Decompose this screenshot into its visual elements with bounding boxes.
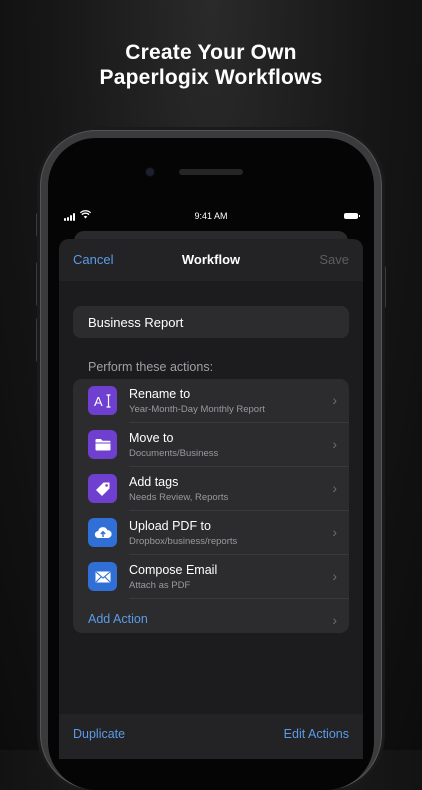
edit-actions-button[interactable]: Edit Actions	[284, 727, 349, 741]
nav-title: Workflow	[181, 252, 241, 267]
action-detail: Dropbox/business/reports	[129, 536, 238, 547]
actions-list: A Rename to Year-Month-Day Monthly Repor…	[73, 379, 349, 633]
action-detail: Year-Month-Day Monthly Report	[129, 404, 265, 415]
headline: Create Your Own Paperlogix Workflows	[0, 40, 422, 90]
headline-line-1: Create Your Own	[125, 41, 297, 64]
chevron-right-icon: ›	[332, 480, 337, 496]
tag-icon	[88, 474, 117, 503]
section-title: Perform these actions:	[88, 360, 214, 374]
cloud-upload-icon	[88, 518, 117, 547]
chevron-right-icon: ›	[332, 524, 337, 540]
earpiece-speaker	[179, 169, 243, 175]
action-detail: Attach as PDF	[129, 580, 191, 591]
action-row-email[interactable]: Compose Email Attach as PDF ›	[73, 555, 349, 599]
chevron-right-icon: ›	[332, 436, 337, 452]
phone-power-button	[382, 266, 386, 308]
action-detail: Needs Review, Reports	[129, 492, 229, 503]
nav-bar: Cancel Workflow Save	[59, 239, 363, 281]
folder-icon	[88, 430, 117, 459]
action-label: Add tags	[129, 475, 179, 489]
rename-icon: A	[88, 386, 117, 415]
workflow-name-input[interactable]	[73, 306, 349, 338]
action-label: Upload PDF to	[129, 519, 211, 533]
status-bar: 9:41 AM	[60, 209, 362, 223]
duplicate-button[interactable]: Duplicate	[73, 727, 125, 741]
add-action-label: Add Action	[88, 612, 148, 626]
battery-icon	[344, 213, 360, 219]
workflow-sheet: Cancel Workflow Save Perform these actio…	[59, 239, 363, 759]
action-row-move[interactable]: Move to Documents/Business ›	[73, 423, 349, 467]
add-action-button[interactable]: Add Action ›	[73, 599, 349, 633]
save-button[interactable]: Save	[319, 252, 349, 267]
status-time: 9:41 AM	[194, 211, 228, 221]
action-label: Move to	[129, 431, 174, 445]
mail-icon	[88, 562, 117, 591]
action-row-tags[interactable]: Add tags Needs Review, Reports ›	[73, 467, 349, 511]
chevron-right-icon: ›	[332, 612, 337, 628]
bottom-toolbar: Duplicate Edit Actions	[59, 714, 363, 759]
action-detail: Documents/Business	[129, 448, 219, 459]
chevron-right-icon: ›	[332, 568, 337, 584]
action-label: Compose Email	[129, 563, 218, 577]
headline-line-2: Paperlogix Workflows	[99, 66, 323, 89]
action-row-rename[interactable]: A Rename to Year-Month-Day Monthly Repor…	[73, 379, 349, 423]
action-row-upload[interactable]: Upload PDF to Dropbox/business/reports ›	[73, 511, 349, 555]
front-camera-icon	[146, 168, 154, 176]
action-label: Rename to	[129, 387, 191, 401]
chevron-right-icon: ›	[332, 392, 337, 408]
svg-text:A: A	[94, 394, 103, 409]
